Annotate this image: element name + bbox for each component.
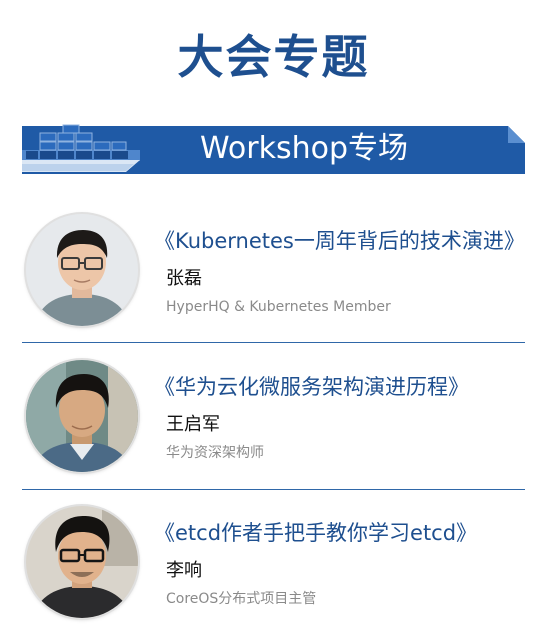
avatar-photo-icon xyxy=(26,506,138,618)
banner-title: Workshop专场 xyxy=(200,131,409,166)
speaker-avatar xyxy=(26,360,138,472)
speaker-avatar xyxy=(26,506,138,618)
speaker-card: 《etcd作者手把手教你学习etcd》 李响 CoreOS分布式项目主管 xyxy=(0,492,547,632)
speaker-name: 王启军 xyxy=(166,414,220,435)
speaker-role: HyperHQ & Kubernetes Member xyxy=(166,299,391,315)
talk-title: 《etcd作者手把手教你学习etcd》 xyxy=(154,521,478,545)
talk-title: 《Kubernetes一周年背后的技术演进》 xyxy=(154,229,525,253)
avatar-photo-icon xyxy=(26,360,138,472)
speaker-card: 《华为云化微服务架构演进历程》 王启军 华为资深架构师 xyxy=(0,346,547,486)
divider xyxy=(22,489,525,490)
workshop-banner: Workshop专场 xyxy=(22,124,525,174)
speaker-avatar xyxy=(26,214,138,326)
page-title: 大会专题 xyxy=(177,30,370,84)
speaker-card: 《Kubernetes一周年背后的技术演进》 张磊 HyperHQ & Kube… xyxy=(0,200,547,340)
divider xyxy=(22,342,525,343)
talk-title: 《华为云化微服务架构演进历程》 xyxy=(154,375,469,399)
speaker-role: 华为资深架构师 xyxy=(166,445,264,461)
speaker-name: 张磊 xyxy=(166,268,202,289)
avatar-photo-icon xyxy=(26,214,138,326)
speaker-role: CoreOS分布式项目主管 xyxy=(166,591,317,607)
speaker-name: 李响 xyxy=(166,560,202,581)
